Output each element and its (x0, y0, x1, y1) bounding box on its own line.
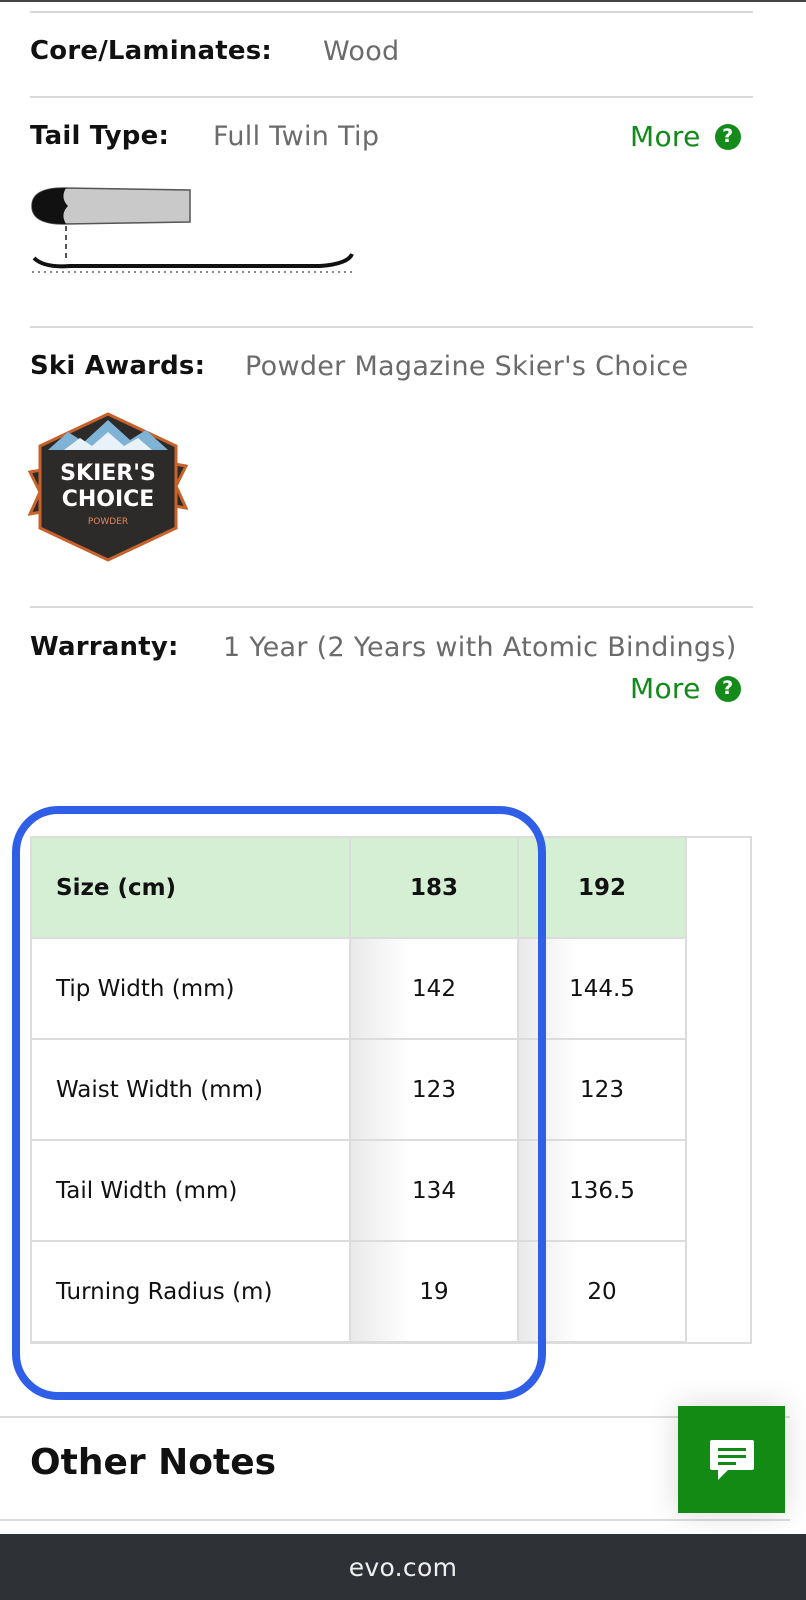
skiers-choice-award-badge: SKIER'S CHOICE POWDER (28, 412, 188, 562)
browser-url-bar[interactable]: evo.com (0, 1534, 806, 1600)
tail-type-value: Full Twin Tip (213, 121, 380, 152)
divider (30, 326, 753, 328)
top-edge-line (0, 0, 806, 2)
badge-small-text: POWDER (88, 517, 128, 527)
divider (0, 1519, 790, 1521)
chat-bubble-icon[interactable] (706, 1434, 758, 1486)
divider (0, 1416, 790, 1418)
ski-awards-value: Powder Magazine Skier's Choice (245, 351, 689, 382)
core-label: Core/Laminates: (30, 36, 273, 66)
other-notes-heading[interactable]: Other Notes (30, 1442, 276, 1483)
question-circle-icon[interactable]: ? (714, 123, 741, 150)
warranty-more-link[interactable]: More ? (630, 672, 741, 705)
divider (30, 606, 753, 608)
highlight-annotation-box (12, 806, 546, 1400)
site-domain[interactable]: evo.com (349, 1553, 457, 1582)
badge-line-1: SKIER'S (60, 461, 156, 486)
core-value: Wood (323, 36, 400, 67)
tail-type-more-link[interactable]: More ? (630, 120, 741, 153)
tail-type-label: Tail Type: (30, 121, 170, 151)
question-circle-icon[interactable]: ? (714, 675, 741, 702)
warranty-label: Warranty: (30, 632, 179, 662)
more-link-text[interactable]: More (630, 672, 701, 705)
divider (30, 96, 753, 98)
badge-line-2: CHOICE (62, 487, 155, 512)
divider (30, 11, 753, 13)
full-twin-tip-diagram (31, 187, 354, 273)
ski-awards-label: Ski Awards: (30, 351, 206, 381)
warranty-value: 1 Year (2 Years with Atomic Bindings) (223, 632, 737, 663)
chat-button[interactable] (678, 1406, 785, 1513)
more-link-text[interactable]: More (630, 120, 701, 153)
